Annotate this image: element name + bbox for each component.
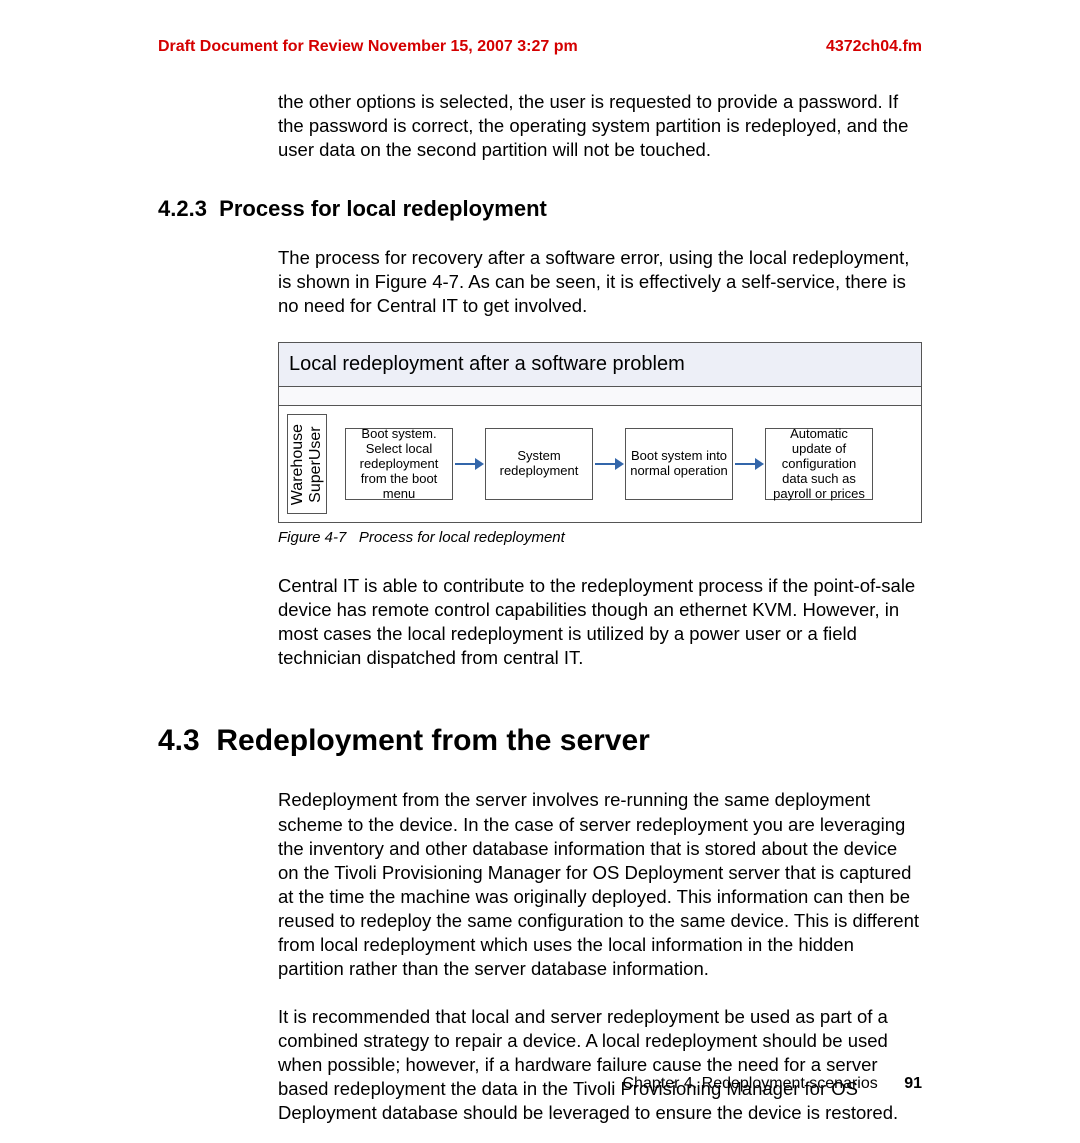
step-box-4: Automatic update of configuration data s… xyxy=(765,428,873,500)
file-name: 4372ch04.fm xyxy=(826,38,922,56)
arrow-icon xyxy=(593,458,625,470)
paragraph-server-1: Redeployment from the server involves re… xyxy=(278,788,922,980)
heading-4-3: 4.3 Redeployment from the server xyxy=(158,724,922,758)
figure-caption-text: Process for local redeployment xyxy=(359,529,565,546)
paragraph-process-intro: The process for recovery after a softwar… xyxy=(278,246,922,318)
heading-4-2-3: 4.2.3 Process for local redeployment xyxy=(158,196,922,222)
figure-gap xyxy=(279,387,921,406)
arrow-icon xyxy=(733,458,765,470)
footer-chapter: Chapter 4. Redeployment scenarios xyxy=(623,1075,878,1092)
figure-content: WarehouseSuperUser Boot system. Select l… xyxy=(279,406,921,522)
paragraph-intro-continued: the other options is selected, the user … xyxy=(278,90,922,162)
figure-4-7: Local redeployment after a software prob… xyxy=(278,342,922,523)
heading-text: Redeployment from the server xyxy=(216,724,649,757)
heading-number: 4.2.3 xyxy=(158,196,207,221)
step-box-1: Boot system. Select local redeployment f… xyxy=(345,428,453,500)
step-box-2: System redeployment xyxy=(485,428,593,500)
arrow-icon xyxy=(453,458,485,470)
heading-text: Process for local redeployment xyxy=(219,196,547,221)
paragraph-server-2: It is recommended that local and server … xyxy=(278,1005,922,1125)
figure-title: Local redeployment after a software prob… xyxy=(279,343,921,387)
footer-page-number: 91 xyxy=(904,1075,922,1092)
swimlane-text: WarehouseSuperUser xyxy=(289,424,324,505)
draft-notice: Draft Document for Review November 15, 2… xyxy=(158,38,578,56)
page-header: Draft Document for Review November 15, 2… xyxy=(158,38,922,56)
page-footer: Chapter 4. Redeployment scenarios 91 xyxy=(623,1075,923,1093)
swimlane-label: WarehouseSuperUser xyxy=(287,414,327,514)
figure-caption: Figure 4-7 Process for local redeploymen… xyxy=(278,529,922,546)
paragraph-after-figure: Central IT is able to contribute to the … xyxy=(278,574,922,670)
figure-caption-label: Figure 4-7 xyxy=(278,529,346,546)
page: Draft Document for Review November 15, 2… xyxy=(0,0,1080,1143)
heading-number: 4.3 xyxy=(158,724,200,757)
step-box-3: Boot system into normal operation xyxy=(625,428,733,500)
